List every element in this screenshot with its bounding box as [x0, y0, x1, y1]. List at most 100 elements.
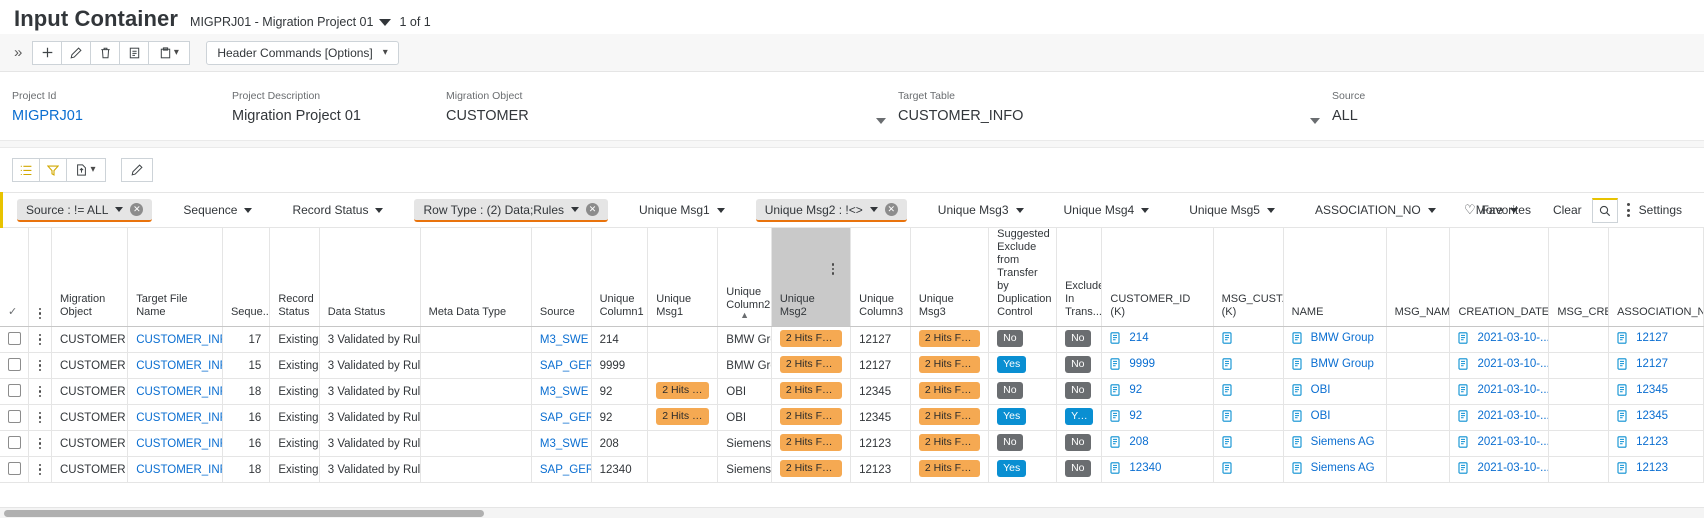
- cell-msg_cust[interactable]: [1213, 379, 1283, 405]
- row-checkbox[interactable]: [8, 462, 21, 475]
- row-checkbox[interactable]: [8, 358, 21, 371]
- scrollbar-thumb[interactable]: [4, 510, 484, 517]
- column-header-umsg3[interactable]: Unique Msg3: [910, 228, 988, 327]
- remove-filter-icon[interactable]: ✕: [885, 203, 898, 216]
- cell-link[interactable]: 12127: [1636, 358, 1668, 370]
- cell-link[interactable]: Siemens AG: [1311, 462, 1375, 474]
- cell-select[interactable]: [0, 379, 29, 405]
- cell-source[interactable]: M3_SWE: [531, 379, 591, 405]
- cell-link[interactable]: 92: [1129, 384, 1142, 396]
- column-header-name[interactable]: NAME: [1283, 228, 1386, 327]
- row-menu-icon[interactable]: [37, 334, 43, 346]
- cell-link[interactable]: SAP_GER: [540, 360, 591, 372]
- cell-link[interactable]: 2021-03-10-...: [1477, 358, 1548, 370]
- table-row[interactable]: CUSTOMERCUSTOMER_INFO18Existing3 Validat…: [0, 457, 1704, 483]
- filter-chip[interactable]: Unique Msg5: [1180, 199, 1284, 221]
- cell-link[interactable]: M3_SWE: [540, 386, 589, 398]
- cell-link[interactable]: 12127: [1636, 332, 1668, 344]
- cell-rowmenu[interactable]: [29, 457, 52, 483]
- cell-source[interactable]: SAP_GER: [531, 457, 591, 483]
- cell-rowmenu[interactable]: [29, 353, 52, 379]
- filter-chip[interactable]: Record Status: [283, 199, 392, 221]
- cell-rowmenu[interactable]: [29, 431, 52, 457]
- clear-filters-button[interactable]: Clear: [1553, 203, 1582, 217]
- hits-tag[interactable]: 2 Hits Foun...: [919, 356, 980, 373]
- hits-tag[interactable]: 2 Hits Foun...: [780, 434, 842, 451]
- paste-menu-button[interactable]: ▾: [148, 41, 190, 65]
- column-header-msg_name[interactable]: MSG_NAME: [1386, 228, 1450, 327]
- copy-button[interactable]: [119, 41, 149, 65]
- cell-link[interactable]: CUSTOMER_INFO: [136, 412, 222, 424]
- filter-button[interactable]: [39, 158, 67, 182]
- cell-customer_id[interactable]: 214: [1102, 327, 1213, 353]
- cell-creation[interactable]: 2021-03-10-...: [1450, 379, 1549, 405]
- cell-link[interactable]: 208: [1129, 436, 1148, 448]
- cell-msg_cust[interactable]: [1213, 353, 1283, 379]
- cell-link[interactable]: CUSTOMER_INFO: [136, 386, 222, 398]
- column-header-sequence[interactable]: Seque...: [222, 228, 269, 327]
- header-commands-button[interactable]: Header Commands [Options] ▾: [206, 41, 398, 65]
- cell-creation[interactable]: 2021-03-10-...: [1450, 327, 1549, 353]
- cell-select[interactable]: [0, 457, 29, 483]
- column-header-target_file[interactable]: Target File Name: [128, 228, 223, 327]
- row-checkbox[interactable]: [8, 410, 21, 423]
- cell-assoc_no[interactable]: 12123: [1609, 457, 1704, 483]
- cell-rowmenu[interactable]: [29, 405, 52, 431]
- column-header-meta_type[interactable]: Meta Data Type: [420, 228, 531, 327]
- table-row[interactable]: CUSTOMERCUSTOMER_INFO18Existing3 Validat…: [0, 379, 1704, 405]
- table-edit-button[interactable]: [121, 158, 153, 182]
- cell-msg_cust[interactable]: [1213, 327, 1283, 353]
- cell-source[interactable]: M3_SWE: [531, 327, 591, 353]
- cell-name[interactable]: Siemens AG: [1283, 431, 1386, 457]
- heart-icon[interactable]: ♡: [1464, 202, 1476, 218]
- column-header-mig_object[interactable]: Migration Object: [51, 228, 127, 327]
- cell-link[interactable]: SAP_GER: [540, 464, 591, 476]
- cell-name[interactable]: BMW Group: [1283, 327, 1386, 353]
- cell-source[interactable]: M3_SWE: [531, 431, 591, 457]
- cell-link[interactable]: 12345: [1636, 384, 1668, 396]
- row-menu-icon[interactable]: [37, 360, 43, 372]
- cell-source[interactable]: SAP_GER: [531, 405, 591, 431]
- cell-name[interactable]: OBI: [1283, 379, 1386, 405]
- row-menu-icon[interactable]: [37, 386, 43, 398]
- table-row[interactable]: CUSTOMERCUSTOMER_INFO17Existing3 Validat…: [0, 327, 1704, 353]
- filter-chip[interactable]: Unique Msg1: [630, 199, 734, 221]
- column-header-data_status[interactable]: Data Status: [319, 228, 420, 327]
- header-kebab-icon[interactable]: [37, 308, 43, 320]
- filter-chip[interactable]: Source : != ALL✕: [17, 199, 152, 222]
- add-button[interactable]: [32, 41, 62, 65]
- column-header-select[interactable]: ✓: [0, 228, 29, 327]
- hits-tag[interactable]: 2 Hits Foun...: [919, 408, 980, 425]
- column-header-customer_id[interactable]: CUSTOMER_ID (K): [1102, 228, 1213, 327]
- cell-link[interactable]: BMW Group: [1311, 332, 1374, 344]
- cell-assoc_no[interactable]: 12127: [1609, 327, 1704, 353]
- cell-target_file[interactable]: CUSTOMER_INFO: [128, 379, 223, 405]
- cell-target_file[interactable]: CUSTOMER_INFO: [128, 327, 223, 353]
- cell-rowmenu[interactable]: [29, 379, 52, 405]
- chevron-down-icon[interactable]: [379, 19, 391, 26]
- cell-link[interactable]: 2021-03-10-...: [1477, 462, 1548, 474]
- column-menu-icon[interactable]: [832, 263, 835, 275]
- hits-tag[interactable]: 2 Hits Foun...: [780, 330, 842, 347]
- cell-customer_id[interactable]: 12340: [1102, 457, 1213, 483]
- cell-customer_id[interactable]: 92: [1102, 379, 1213, 405]
- cell-assoc_no[interactable]: 12127: [1609, 353, 1704, 379]
- column-header-assoc_no[interactable]: ASSOCIATION_NO: [1609, 228, 1704, 327]
- column-header-source[interactable]: Source: [531, 228, 591, 327]
- cell-msg_cust[interactable]: [1213, 405, 1283, 431]
- filter-chip[interactable]: Unique Msg3: [929, 199, 1033, 221]
- filter-overflow-menu[interactable]: [1618, 203, 1639, 217]
- export-menu-button[interactable]: ▾: [66, 158, 106, 182]
- cell-assoc_no[interactable]: 12123: [1609, 431, 1704, 457]
- hits-tag[interactable]: 2 Hits Foun...: [780, 356, 842, 373]
- cell-creation[interactable]: 2021-03-10-...: [1450, 353, 1549, 379]
- cell-link[interactable]: 92: [1129, 410, 1142, 422]
- favorites-button[interactable]: Favorites: [1482, 203, 1531, 217]
- column-header-ucol2[interactable]: Unique Column2▲: [718, 228, 772, 327]
- cell-link[interactable]: OBI: [1311, 410, 1331, 422]
- hits-tag[interactable]: 2 Hits Fou...: [656, 382, 709, 399]
- settings-button[interactable]: Settings: [1639, 203, 1694, 217]
- cell-select[interactable]: [0, 353, 29, 379]
- migration-object-dropdown-caret[interactable]: [876, 90, 898, 128]
- cell-customer_id[interactable]: 208: [1102, 431, 1213, 457]
